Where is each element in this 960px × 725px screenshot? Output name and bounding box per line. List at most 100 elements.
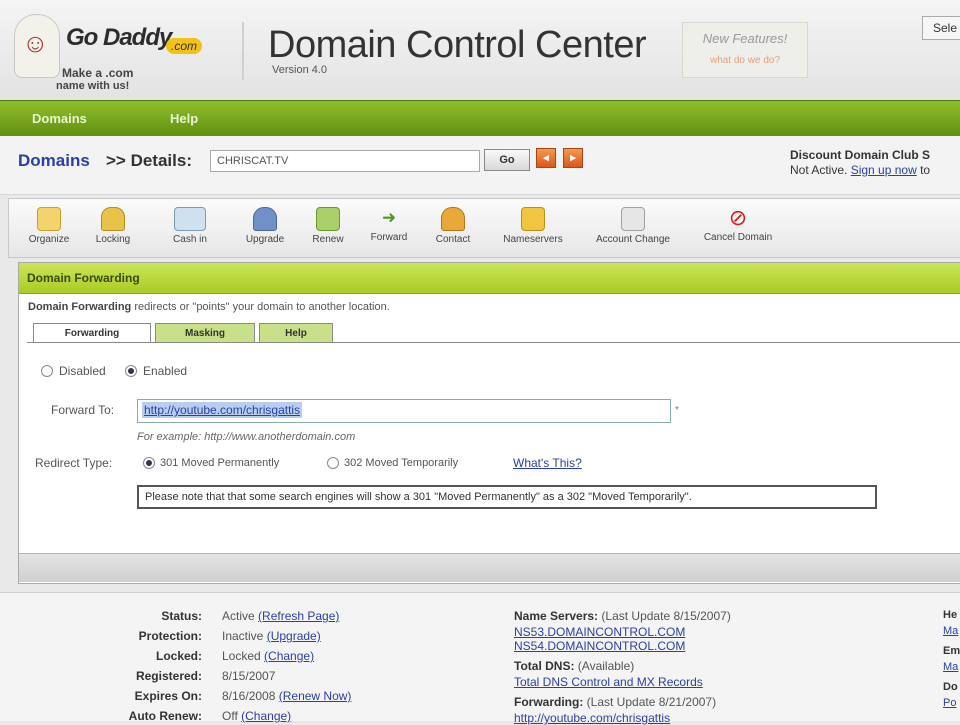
change-lock-link[interactable]: (Change) xyxy=(264,649,314,663)
domain-select[interactable]: CHRISCAT.TV xyxy=(210,150,480,172)
edge-link[interactable]: Ma xyxy=(943,661,958,673)
forwarding-link[interactable]: http://youtube.com/chrisgattis xyxy=(514,711,670,725)
new-features-label: New Features! xyxy=(702,31,788,46)
club-status-text: Not Active. xyxy=(790,163,848,177)
cancel-icon: ⊘ xyxy=(728,205,748,230)
redirect-301-radio[interactable] xyxy=(143,457,155,469)
protection-value: Inactive (Upgrade) xyxy=(222,629,321,643)
toolbar-account-change[interactable]: Account Change xyxy=(585,199,681,257)
breadcrumb: Domains >> Details: CHRISCAT.TV Go ◂ ▸ D… xyxy=(0,136,960,195)
arrow-right-icon: ▸ xyxy=(570,152,576,164)
next-domain-button[interactable]: ▸ xyxy=(563,148,583,168)
toolbar-upgrade[interactable]: Upgrade xyxy=(235,199,295,257)
name-servers-heading: Name Servers: (Last Update 8/15/2007) xyxy=(514,609,731,623)
domain-info-section: Status: Active (Refresh Page) Protection… xyxy=(0,592,960,725)
toolbar-cash-in[interactable]: Cash in xyxy=(159,199,221,257)
total-dns-heading: Total DNS: (Available) xyxy=(514,659,634,673)
breadcrumb-domains-link[interactable]: Domains xyxy=(18,151,90,171)
toolbar-forward[interactable]: ➜ Forward xyxy=(361,199,417,257)
lock-icon xyxy=(101,207,125,231)
name-servers-label: Name Servers: xyxy=(514,609,599,623)
club-signup-link[interactable]: Sign up now xyxy=(851,163,917,177)
logo-text[interactable]: Go Daddy xyxy=(66,24,172,52)
redirect-note: Please note that that some search engine… xyxy=(137,485,877,509)
go-button[interactable]: Go xyxy=(484,149,530,171)
status-label: Status: xyxy=(161,609,202,623)
renew-now-link[interactable]: (Renew Now) xyxy=(279,689,352,703)
forwarding-label: Forwarding: xyxy=(514,695,584,709)
disabled-radio[interactable] xyxy=(41,365,53,377)
toolbar-label: Contact xyxy=(435,234,471,245)
page-title: Domain Control Center xyxy=(268,24,647,66)
registered-value: 8/15/2007 xyxy=(222,669,276,683)
contact-icon xyxy=(441,207,465,231)
redirect-302-label: 302 Moved Temporarily xyxy=(344,457,459,469)
toolbar-label: Organize xyxy=(28,234,70,245)
disabled-label: Disabled xyxy=(59,364,106,378)
total-dns-note: (Available) xyxy=(577,659,635,673)
toolbar-organize[interactable]: Organize xyxy=(21,199,77,257)
toolbar-label: Forward xyxy=(370,232,408,243)
protection-label: Protection: xyxy=(138,629,202,643)
nameservers-icon xyxy=(521,207,545,231)
logo-tagline-1: Make a .com xyxy=(62,66,134,80)
toolbar-label: Nameservers xyxy=(503,234,563,245)
toolbar-label: Upgrade xyxy=(245,234,285,245)
locked-label: Locked: xyxy=(155,649,202,663)
nav-item-domains[interactable]: Domains xyxy=(32,111,87,126)
toolbar-label: Cash in xyxy=(173,234,207,245)
toolbar-cancel-domain[interactable]: ⊘ Cancel Domain xyxy=(693,199,783,257)
panel-header: Domain Forwarding xyxy=(19,263,960,294)
description-text: redirects or "points" your domain to ano… xyxy=(131,301,390,313)
app-version: Version 4.0 xyxy=(272,64,328,76)
upgrade-icon xyxy=(253,207,277,231)
edge-link[interactable]: Ma xyxy=(943,625,958,637)
change-auto-renew-link[interactable]: (Change) xyxy=(241,709,291,723)
auto-renew-label: Auto Renew: xyxy=(128,709,202,723)
arrow-left-icon: ◂ xyxy=(543,152,549,164)
previous-domain-button[interactable]: ◂ xyxy=(536,148,556,168)
tab-help[interactable]: Help xyxy=(259,323,333,343)
enabled-radio[interactable] xyxy=(125,365,137,377)
toolbar-nameservers[interactable]: Nameservers xyxy=(493,199,573,257)
upgrade-link[interactable]: (Upgrade) xyxy=(267,629,321,643)
nav-item-help[interactable]: Help xyxy=(170,111,198,126)
account-change-icon xyxy=(621,207,645,231)
locked-text: Locked xyxy=(222,649,261,663)
total-dns-link[interactable]: Total DNS Control and MX Records xyxy=(514,675,703,689)
panel-description: Domain Forwarding redirects or "points" … xyxy=(28,301,390,313)
registered-label: Registered: xyxy=(135,669,202,683)
toolbar-contact[interactable]: Contact xyxy=(425,199,481,257)
name-server-link[interactable]: NS53.DOMAINCONTROL.COM xyxy=(514,625,685,639)
cash-in-icon xyxy=(174,207,206,231)
toolbar-locking[interactable]: Locking xyxy=(85,199,141,257)
edge-link[interactable]: Po xyxy=(943,697,956,709)
toolbar-renew[interactable]: Renew xyxy=(301,199,355,257)
new-features-box[interactable]: New Features! what do we do? xyxy=(682,22,808,78)
expires-value: 8/16/2008 (Renew Now) xyxy=(222,689,351,703)
name-server-link[interactable]: NS54.DOMAINCONTROL.COM xyxy=(514,639,685,653)
discount-club-title: Discount Domain Club S xyxy=(790,148,931,162)
renew-icon xyxy=(316,207,340,231)
whats-this-link[interactable]: What's This? xyxy=(513,456,582,470)
required-mark: * xyxy=(675,405,679,416)
select-button[interactable]: Sele xyxy=(922,16,960,40)
forward-to-value: http://youtube.com/chrisgattis xyxy=(142,402,303,418)
edge-label: Do xyxy=(943,681,958,693)
forward-to-input[interactable]: http://youtube.com/chrisgattis xyxy=(137,399,671,423)
total-dns-label: Total DNS: xyxy=(514,659,575,673)
name-servers-note: (Last Update 8/15/2007) xyxy=(601,609,731,623)
forwarding-heading: Forwarding: (Last Update 8/21/2007) xyxy=(514,695,716,709)
enabled-label: Enabled xyxy=(143,364,188,378)
tab-bar-divider xyxy=(27,342,960,343)
redirect-301-label: 301 Moved Permanently xyxy=(160,457,280,469)
logo-tagline-2: name with us! xyxy=(56,80,130,92)
tab-forwarding[interactable]: Forwarding xyxy=(33,323,151,343)
refresh-page-link[interactable]: (Refresh Page) xyxy=(258,609,339,623)
new-features-link[interactable]: what do we do? xyxy=(683,55,807,66)
edge-label: He xyxy=(943,609,958,621)
tab-masking[interactable]: Masking xyxy=(155,323,255,343)
redirect-302-radio[interactable] xyxy=(327,457,339,469)
protection-text: Inactive xyxy=(222,629,264,643)
toolbar-label: Locking xyxy=(95,234,131,245)
